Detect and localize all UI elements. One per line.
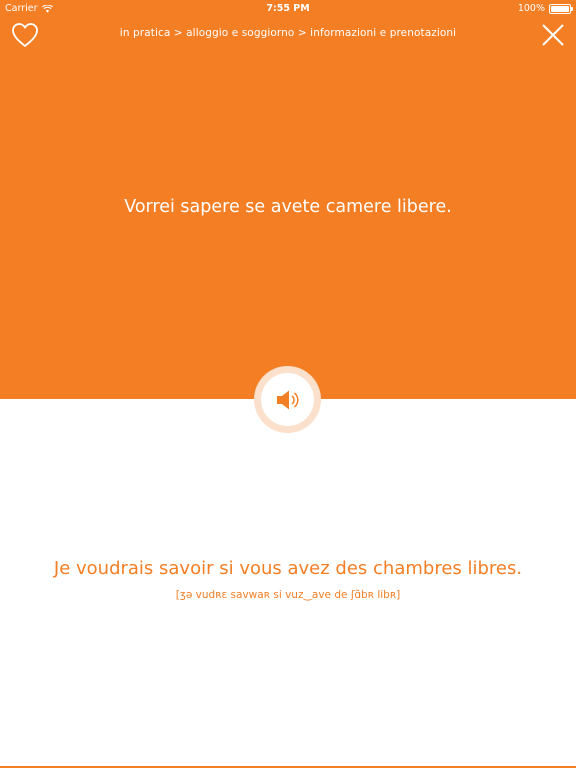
battery-icon xyxy=(549,3,573,14)
status-bar: Carrier 7:55 PM 100% xyxy=(0,0,576,16)
close-icon xyxy=(542,24,564,46)
play-audio-button-inner xyxy=(261,373,314,426)
close-button[interactable] xyxy=(540,22,566,48)
speaker-icon xyxy=(276,390,299,409)
status-right: 100% xyxy=(517,3,573,14)
battery-percent: 100% xyxy=(517,3,545,14)
phonetic-transcription: [ʒə vudʀɛ savwaʀ si vuz‿ave de ʃɑ̃bʀ lib… xyxy=(175,589,401,601)
translated-phrase: Je voudrais savoir si vous avez des cham… xyxy=(53,558,523,579)
play-audio-button[interactable] xyxy=(254,366,321,433)
source-phrase: Vorrei sapere se avete camere libere. xyxy=(124,197,452,217)
phrase-detail-screen: Carrier 7:55 PM 100% in pratica > allogg… xyxy=(0,0,576,768)
status-time: 7:55 PM xyxy=(266,3,310,14)
battery-fill xyxy=(551,5,569,12)
breadcrumb: in pratica > alloggio e soggiorno > info… xyxy=(119,27,457,39)
source-phrase-panel: Carrier 7:55 PM 100% in pratica > allogg… xyxy=(0,0,576,399)
